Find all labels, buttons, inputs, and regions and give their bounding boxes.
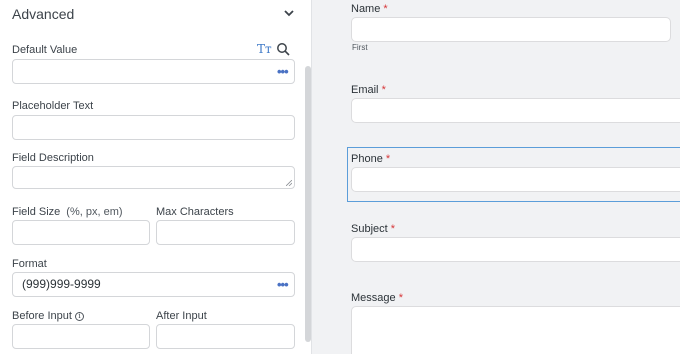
field-settings-panel: Advanced Default Value Tт ••• Placeholde… <box>0 0 312 354</box>
required-marker: * <box>383 3 388 15</box>
search-icon[interactable] <box>276 42 290 56</box>
message-field-label: Message * <box>351 292 403 304</box>
email-label-text: Email <box>351 84 379 96</box>
subject-input[interactable] <box>351 237 680 262</box>
format-input[interactable]: (999)999-9999 <box>12 272 295 297</box>
advanced-section-title[interactable]: Advanced <box>12 6 74 22</box>
default-value-label: Default Value <box>12 44 78 56</box>
phone-field-label: Phone * <box>351 153 390 165</box>
field-size-label: Field Size (%, px, em) <box>12 206 123 218</box>
required-marker: * <box>385 153 391 165</box>
text-format-icon[interactable]: Tт <box>257 42 272 56</box>
info-icon[interactable]: i <box>74 312 84 321</box>
placeholder-text-input[interactable] <box>12 115 295 140</box>
format-more-options-icon[interactable]: ••• <box>277 277 289 292</box>
before-input-label-text: Before Input <box>12 310 72 322</box>
required-marker: * <box>381 84 386 96</box>
field-size-label-text: Field Size <box>12 206 61 218</box>
after-input-field[interactable] <box>156 324 295 349</box>
format-label: Format <box>12 258 47 270</box>
email-field-label: Email * <box>351 84 386 96</box>
default-value-input[interactable] <box>12 59 295 84</box>
before-input-label: Before Input i <box>12 310 84 322</box>
name-first-input[interactable] <box>351 17 671 42</box>
placeholder-text-label: Placeholder Text <box>12 100 94 112</box>
max-characters-input[interactable] <box>156 220 295 245</box>
phone-label-text: Phone <box>351 153 383 165</box>
after-input-label: After Input <box>156 310 207 322</box>
phone-input[interactable] <box>351 167 680 192</box>
required-marker: * <box>390 223 396 235</box>
message-textarea[interactable] <box>351 306 680 354</box>
field-size-hint: (%, px, em) <box>66 206 123 218</box>
required-marker: * <box>398 292 403 304</box>
before-input-field[interactable] <box>12 324 150 349</box>
subject-field-label: Subject * <box>351 223 395 235</box>
resize-handle-icon[interactable] <box>286 180 292 186</box>
field-description-label: Field Description <box>12 152 94 164</box>
subject-label-text: Subject <box>351 223 388 235</box>
email-input[interactable] <box>351 98 680 123</box>
max-characters-label: Max Characters <box>156 206 234 218</box>
more-options-icon[interactable]: ••• <box>277 64 289 79</box>
field-size-input[interactable] <box>12 220 150 245</box>
chevron-down-icon[interactable] <box>282 6 296 20</box>
field-description-textarea[interactable] <box>12 166 295 189</box>
name-field-label: Name * <box>351 3 388 15</box>
name-label-text: Name <box>351 3 381 15</box>
settings-scrollbar[interactable] <box>305 66 311 342</box>
message-label-text: Message <box>351 292 396 304</box>
name-first-sublabel: First <box>352 43 368 52</box>
